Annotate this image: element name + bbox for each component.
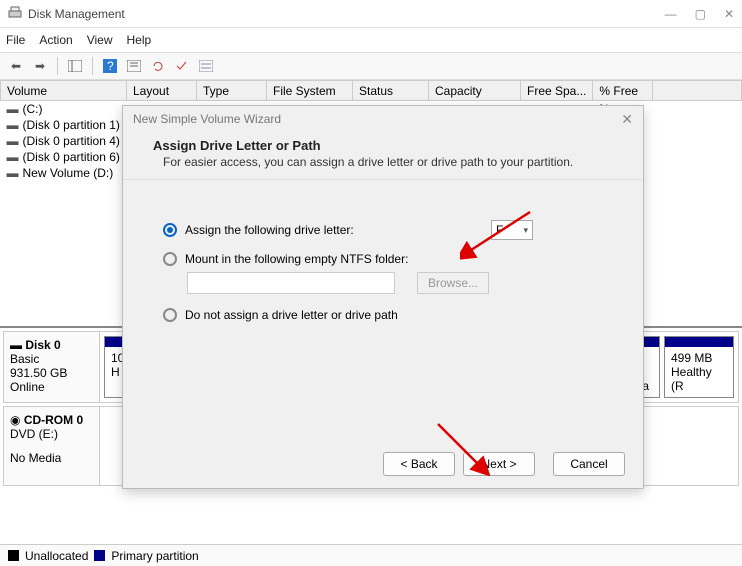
menu-action[interactable]: Action [39,33,72,47]
maximize-icon[interactable]: ▢ [695,7,706,21]
close-icon[interactable]: ✕ [724,7,734,21]
radio-mount-folder[interactable]: Mount in the following empty NTFS folder… [163,252,613,266]
cancel-button[interactable]: Cancel [553,452,625,476]
menu-file[interactable]: File [6,33,25,47]
back-button[interactable]: < Back [383,452,455,476]
refresh-icon[interactable] [148,56,168,76]
radio-icon[interactable] [163,308,177,322]
col-fs[interactable]: File System [267,81,353,101]
col-layout[interactable]: Layout [127,81,197,101]
wizard-dialog: New Simple Volume Wizard ✕ Assign Drive … [122,105,644,489]
partition[interactable]: 499 MBHealthy (R [664,336,734,398]
col-status[interactable]: Status [353,81,429,101]
svg-text:?: ? [107,59,114,73]
next-button[interactable]: Next > [463,452,535,476]
dialog-subheading: For easier access, you can assign a driv… [163,155,613,169]
forward-icon[interactable]: ➡ [30,56,50,76]
col-volume[interactable]: Volume [1,81,127,101]
menubar: File Action View Help [0,28,742,52]
menu-help[interactable]: Help [127,33,152,47]
settings-icon[interactable] [124,56,144,76]
radio-icon[interactable] [163,252,177,266]
col-capacity[interactable]: Capacity [429,81,521,101]
radio-icon[interactable] [163,223,177,237]
dialog-titlebar: New Simple Volume Wizard ✕ [123,106,643,132]
legend: Unallocated Primary partition [0,544,742,566]
folder-path-input [187,272,395,294]
check-icon[interactable] [172,56,192,76]
legend-unallocated: Unallocated [25,549,88,563]
browse-button: Browse... [417,272,489,294]
close-icon[interactable]: ✕ [621,111,633,128]
col-pctfree[interactable]: % Free [593,81,653,101]
radio-assign-letter[interactable]: Assign the following drive letter: F ▾ [163,220,613,240]
app-icon [8,5,22,22]
drive-letter-select[interactable]: F ▾ [491,220,533,240]
panel-icon[interactable] [65,56,85,76]
disk-label[interactable]: ◉ CD-ROM 0 DVD (E:) No Media [4,407,100,485]
toolbar: ⬅ ➡ ? [0,52,742,80]
menu-view[interactable]: View [87,33,113,47]
legend-primary: Primary partition [111,549,198,563]
col-type[interactable]: Type [197,81,267,101]
minimize-icon[interactable]: — [665,7,677,21]
back-icon[interactable]: ⬅ [6,56,26,76]
radio-no-assign[interactable]: Do not assign a drive letter or drive pa… [163,308,613,322]
help-icon[interactable]: ? [100,56,120,76]
dialog-title: New Simple Volume Wizard [133,112,281,126]
swatch-primary [94,550,105,561]
swatch-unallocated [8,550,19,561]
disk-label[interactable]: ▬ Disk 0 Basic 931.50 GB Online [4,332,100,402]
window-title: Disk Management [28,7,665,21]
chevron-down-icon: ▾ [523,225,528,236]
dialog-heading: Assign Drive Letter or Path [153,138,613,153]
list-icon[interactable] [196,56,216,76]
col-freespace[interactable]: Free Spa... [521,81,593,101]
dialog-header: Assign Drive Letter or Path For easier a… [123,132,643,180]
titlebar: Disk Management — ▢ ✕ [0,0,742,28]
